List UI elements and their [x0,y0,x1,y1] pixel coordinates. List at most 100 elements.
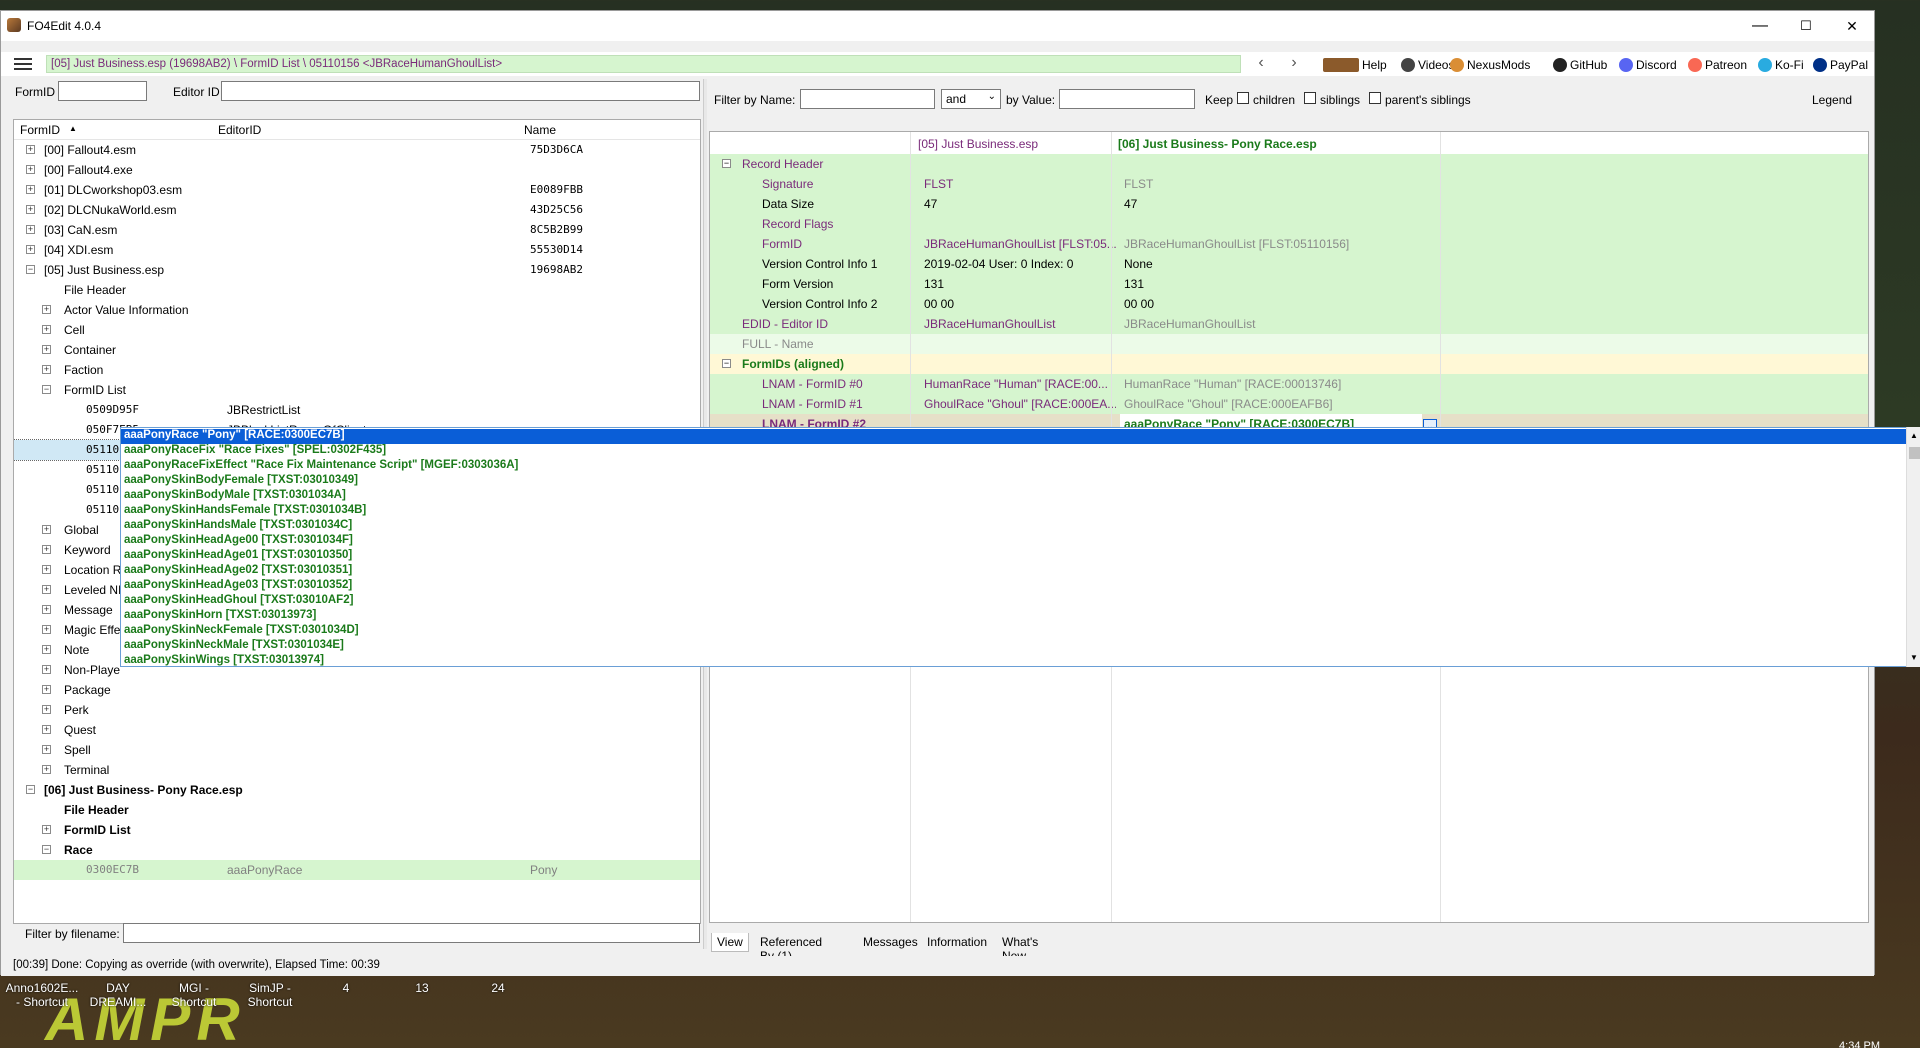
collapse-icon[interactable]: − [42,845,51,854]
autocomplete-item[interactable]: aaaPonyRace "Pony" [RACE:0300EC7B] [121,429,1908,444]
tree-row[interactable]: 0300EC7B aaaPonyRace Pony [14,860,700,880]
autocomplete-item[interactable]: aaaPonySkinNeckFemale [TXST:0301034D] [124,624,359,639]
toolbar-link-github[interactable]: GitHub [1553,56,1607,74]
autocomplete-scrollbar[interactable]: ▲ ▼ [1906,427,1920,667]
close-button[interactable]: ✕ [1829,11,1875,41]
tree-row[interactable]: + [03] CaN.esm 8C5B2B99 [14,220,700,240]
column-editorid[interactable]: EditorID [218,123,261,137]
record-field-row[interactable]: EDID - Editor ID JBRaceHumanGhoulList JBRa… [710,314,1868,334]
autocomplete-item[interactable]: aaaPonySkinHandsFemale [TXST:0301034B] [124,504,366,519]
expand-icon[interactable]: + [42,825,51,834]
expand-icon[interactable]: + [26,245,35,254]
back-button[interactable]: ‹ [1251,54,1271,74]
toolbar-link-patreon[interactable]: Patreon [1688,56,1747,74]
tree-row[interactable]: File Header [14,800,700,820]
expand-icon[interactable]: + [42,305,51,314]
tree-row[interactable]: + [02] DLCNukaWorld.esm 43D25C56 [14,200,700,220]
expand-icon[interactable]: + [42,525,51,534]
record-field-row[interactable]: Form Version 131 131 [710,274,1868,294]
collapse-icon[interactable]: − [26,265,35,274]
expand-icon[interactable]: + [42,545,51,554]
tree-row[interactable]: − [06] Just Business- Pony Race.esp [14,780,700,800]
expand-icon[interactable]: + [42,625,51,634]
tree-row[interactable]: File Header [14,280,700,300]
column-file-06[interactable]: [06] Just Business- Pony Race.esp [1118,137,1438,151]
expand-icon[interactable]: + [42,365,51,374]
tree-row[interactable]: + Package [14,680,700,700]
tree-row[interactable]: + Container [14,340,700,360]
expand-icon[interactable]: + [42,765,51,774]
expand-icon[interactable]: + [26,225,35,234]
column-name[interactable]: Name [524,123,556,137]
parents-siblings-checkbox[interactable] [1369,92,1381,104]
scroll-thumb[interactable] [1909,447,1920,459]
desktop-shortcut[interactable]: 24 [458,981,538,995]
autocomplete-item[interactable]: aaaPonyRaceFix "Race Fixes" [SPEL:0302F4… [124,444,386,459]
toolbar-link-ko-fi[interactable]: Ko-Fi [1758,56,1804,74]
autocomplete-item[interactable]: aaaPonySkinWings [TXST:03013974] [124,654,324,666]
expand-icon[interactable]: + [42,605,51,614]
expand-icon[interactable]: + [26,165,35,174]
toolbar-link-nexusmods[interactable]: NexusMods [1450,56,1530,74]
siblings-checkbox[interactable] [1304,92,1316,104]
tree-row[interactable]: − Race [14,840,700,860]
collapse-icon[interactable]: − [42,385,51,394]
desktop-shortcut[interactable]: Anno1602E... - Shortcut [2,981,82,1009]
expand-icon[interactable]: + [42,565,51,574]
menu-hamburger-icon[interactable] [14,58,32,70]
children-checkbox[interactable] [1237,92,1249,104]
collapse-icon[interactable]: − [26,785,35,794]
record-field-row[interactable]: Version Control Info 1 2019-02-04 User: 0… [710,254,1868,274]
autocomplete-item[interactable]: aaaPonySkinHeadGhoul [TXST:03010AF2] [124,594,353,609]
tree-row[interactable]: + [00] Fallout4.exe [14,160,700,180]
expand-icon[interactable]: + [42,585,51,594]
record-field-row[interactable]: Version Control Info 2 00 00 00 00 [710,294,1868,314]
autocomplete-item[interactable]: aaaPonyRaceFixEffect "Race Fix Maintenan… [124,459,518,474]
maximize-button[interactable]: ☐ [1783,11,1829,41]
collapse-icon[interactable]: − [722,359,731,368]
tree-row[interactable]: − [05] Just Business.esp 19698AB2 [14,260,700,280]
expand-icon[interactable]: + [42,325,51,334]
tree-row[interactable]: + Perk [14,700,700,720]
record-field-row[interactable]: − Record Header [710,154,1868,174]
formid-input[interactable] [58,81,147,101]
autocomplete-item[interactable]: aaaPonySkinNeckMale [TXST:0301034E] [124,639,344,654]
and-or-select[interactable]: and ⌄ [941,89,1001,109]
record-field-row[interactable]: FormID JBRaceHumanGhoulList [FLST:05... JB… [710,234,1868,254]
tree-row[interactable]: + [00] Fallout4.esm 75D3D6CA [14,140,700,160]
tree-row[interactable]: + [01] DLCworkshop03.esm E0089FBB [14,180,700,200]
autocomplete-item[interactable]: aaaPonySkinBodyMale [TXST:0301034A] [124,489,346,504]
tree-row[interactable]: + FormID List [14,820,700,840]
tree-row[interactable]: + Quest [14,720,700,740]
scroll-up-icon[interactable]: ▲ [1910,431,1918,440]
desktop-shortcut[interactable]: SimJP - Shortcut [230,981,310,1009]
tree-row[interactable]: + [04] XDI.esm 55530D14 [14,240,700,260]
tree-row[interactable]: + Cell [14,320,700,340]
toolbar-link-discord[interactable]: Discord [1619,56,1677,74]
tree-row[interactable]: + Faction [14,360,700,380]
tree-row[interactable]: − FormID List [14,380,700,400]
expand-icon[interactable]: + [42,665,51,674]
desktop-shortcut[interactable]: DAY DREAMI... [78,981,158,1009]
autocomplete-item[interactable]: aaaPonySkinHeadAge02 [TXST:03010351] [124,564,352,579]
expand-icon[interactable]: + [42,725,51,734]
record-field-row[interactable]: FULL - Name [710,334,1868,354]
desktop-shortcut[interactable]: 13 [382,981,462,995]
record-field-row[interactable]: Record Flags [710,214,1868,234]
autocomplete-item[interactable]: aaaPonySkinBodyFemale [TXST:03010349] [124,474,358,489]
tree-row[interactable]: + Terminal [14,760,700,780]
record-field-row[interactable]: Data Size 47 47 [710,194,1868,214]
toolbar-link-help[interactable]: Help [1323,56,1387,74]
expand-icon[interactable]: + [42,705,51,714]
expand-icon[interactable]: + [42,345,51,354]
record-field-row[interactable]: Signature FLST FLST [710,174,1868,194]
filter-filename-input[interactable] [123,923,700,943]
tab-messages[interactable]: Messages [858,933,923,951]
tree-row[interactable]: + Actor Value Information [14,300,700,320]
expand-icon[interactable]: + [42,745,51,754]
tree-row[interactable]: 0509D95F JBRestrictList [14,400,700,420]
autocomplete-item[interactable]: aaaPonySkinHorn [TXST:03013973] [124,609,316,624]
autocomplete-item[interactable]: aaaPonySkinHeadAge01 [TXST:03010350] [124,549,352,564]
expand-icon[interactable]: + [26,205,35,214]
minimize-button[interactable]: — [1737,11,1783,41]
